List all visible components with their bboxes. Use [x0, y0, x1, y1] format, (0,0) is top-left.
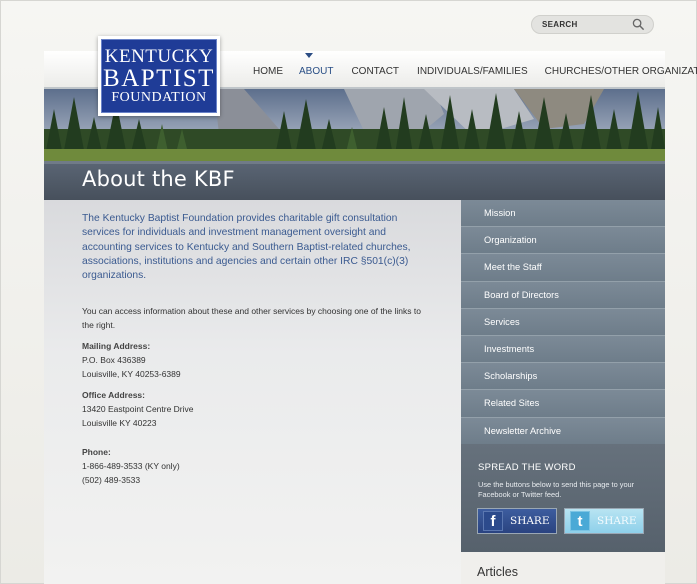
- mailing-address-line-1: P.O. Box 436389: [82, 355, 146, 366]
- nav-individuals-families[interactable]: INDIVIDUALS/FAMILIES: [417, 66, 528, 77]
- spread-the-word-title: SPREAD THE WORD: [478, 462, 576, 473]
- sidebar-item-scholarships[interactable]: Scholarships: [461, 363, 665, 391]
- active-nav-marker: [305, 53, 313, 58]
- articles-title: Articles: [477, 565, 518, 579]
- sidebar-item-newsletter-archive[interactable]: Newsletter Archive: [461, 417, 665, 445]
- logo-line-1: KENTUCKY: [104, 45, 214, 67]
- facebook-icon: f: [483, 511, 503, 531]
- mailing-address-line-2: Louisville, KY 40253-6389: [82, 369, 181, 380]
- sidebar-menu: Mission Organization Meet the Staff Boar…: [461, 200, 665, 445]
- office-address-label: Office Address:: [82, 390, 145, 400]
- sidebar-item-mission[interactable]: Mission: [461, 200, 665, 228]
- office-address: Office Address: 13420 Eastpoint Centre D…: [82, 388, 432, 431]
- sidebar-item-board-of-directors[interactable]: Board of Directors: [461, 281, 665, 309]
- office-address-line-1: 13420 Eastpoint Centre Drive: [82, 404, 194, 415]
- mailing-address-label: Mailing Address:: [82, 341, 151, 351]
- sidebar-item-related-sites[interactable]: Related Sites: [461, 390, 665, 418]
- page-title: About the KBF: [82, 167, 235, 191]
- twitter-icon: t: [570, 511, 590, 531]
- articles-panel: Articles: [461, 552, 665, 584]
- sidebar-item-investments[interactable]: Investments: [461, 335, 665, 364]
- main-nav: HOME ABOUT CONTACT INDIVIDUALS/FAMILIES …: [253, 66, 697, 77]
- access-paragraph: You can access information about these a…: [82, 306, 421, 331]
- facebook-share-label: SHARE: [510, 515, 550, 527]
- nav-about[interactable]: ABOUT: [299, 66, 333, 77]
- twitter-share-button[interactable]: t SHARE: [564, 508, 644, 534]
- nav-churches-organizations[interactable]: CHURCHES/OTHER ORGANIZATIONS: [545, 66, 697, 77]
- phone-line-2: (502) 489-3533: [82, 475, 141, 486]
- kbf-logo[interactable]: KENTUCKY BAPTIST FOUNDATION: [98, 36, 220, 116]
- nav-contact[interactable]: CONTACT: [351, 66, 399, 77]
- logo-line-3: FOUNDATION: [111, 89, 207, 105]
- mailing-address: Mailing Address: P.O. Box 436389 Louisvi…: [82, 339, 432, 382]
- search-input[interactable]: [542, 20, 630, 29]
- phone-info: Phone: 1-866-489-3533 (KY only) (502) 48…: [82, 445, 432, 488]
- spread-the-word-description: Use the buttons below to send this page …: [478, 480, 635, 499]
- twitter-share-label: SHARE: [597, 515, 637, 527]
- office-address-line-2: Louisville KY 40223: [82, 418, 157, 429]
- phone-line-1: 1-866-489-3533 (KY only): [82, 461, 180, 472]
- sidebar-item-meet-the-staff[interactable]: Meet the Staff: [461, 254, 665, 282]
- intro-paragraph: The Kentucky Baptist Foundation provides…: [82, 213, 411, 282]
- spread-the-word-panel: SPREAD THE WORD Use the buttons below to…: [461, 444, 665, 552]
- search-icon[interactable]: [632, 18, 645, 31]
- logo-line-2: BAPTIST: [103, 64, 215, 92]
- search-box[interactable]: [531, 15, 654, 34]
- phone-label: Phone:: [82, 447, 111, 457]
- facebook-share-button[interactable]: f SHARE: [477, 508, 557, 534]
- nav-home[interactable]: HOME: [253, 66, 283, 77]
- sidebar-item-organization[interactable]: Organization: [461, 227, 665, 255]
- logo-inner: KENTUCKY BAPTIST FOUNDATION: [101, 39, 217, 113]
- sidebar-item-services[interactable]: Services: [461, 308, 665, 336]
